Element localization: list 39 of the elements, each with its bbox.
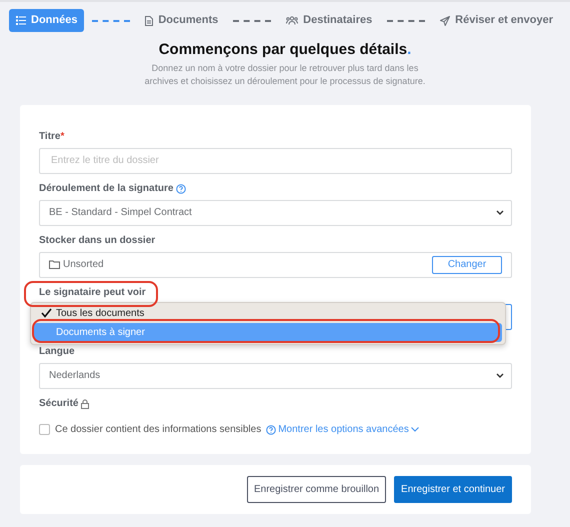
field-label: Langue bbox=[39, 346, 75, 358]
step-tab[interactable]: Documents bbox=[138, 9, 226, 32]
continue-button[interactable]: Enregistrer et continuer bbox=[394, 476, 512, 503]
field-label: Le signataire peut voir bbox=[39, 286, 146, 299]
field-label: Titre bbox=[39, 130, 60, 143]
flow-select[interactable]: BE - Standard - Simpel Contract bbox=[39, 200, 512, 226]
folder-icon bbox=[49, 260, 60, 270]
step-tab[interactable]: Destinataires bbox=[279, 9, 380, 32]
heading: Commençons par quelques détails. bbox=[158, 40, 412, 60]
draft-button[interactable]: Enregistrer comme brouillon bbox=[246, 476, 386, 503]
checkbox-label: Ce dossier contient des informations sensibles bbox=[55, 424, 262, 436]
field-label: Sécurité bbox=[39, 398, 78, 410]
field-label: Stocker dans un dossier bbox=[39, 234, 156, 247]
lock-icon bbox=[81, 398, 90, 409]
chevron-down-icon bbox=[496, 210, 504, 216]
language-select[interactable]: Nederlands bbox=[39, 362, 512, 389]
menu-option[interactable]: Documents à signer bbox=[34, 323, 502, 342]
title-field[interactable]: Entrez le titre du dossier bbox=[39, 148, 512, 174]
step-tab[interactable]: Données bbox=[9, 9, 84, 32]
field-label: Déroulement de la signature bbox=[39, 182, 174, 195]
folder-field[interactable]: Unsorted Changer bbox=[39, 252, 512, 278]
subtitle: Donnez un nom à votre dossier pour le retrouver plus tard dans les archives et choisissez un déroulement pour le processus de signature. bbox=[144, 62, 426, 88]
chevron-down-icon bbox=[410, 427, 419, 432]
step-tab[interactable]: Réviser et envoyer bbox=[433, 9, 560, 32]
document-icon bbox=[145, 16, 154, 26]
change-button[interactable]: Changer bbox=[432, 256, 502, 274]
title-input[interactable]: Entrez le titre du dossier bbox=[49, 154, 502, 168]
folder-value: Unsorted bbox=[63, 258, 104, 271]
help-icon bbox=[266, 424, 276, 435]
checkmark-icon bbox=[41, 308, 52, 318]
checkbox[interactable] bbox=[39, 424, 50, 436]
menu-option[interactable]: Tous les documents bbox=[34, 305, 502, 321]
required-mark: * bbox=[60, 130, 64, 143]
advanced-options-link[interactable]: Montrer les options avancées bbox=[266, 424, 419, 436]
chevron-down-icon bbox=[496, 372, 504, 379]
paper-plane-icon bbox=[440, 16, 450, 26]
list-icon bbox=[16, 16, 26, 25]
help-icon[interactable] bbox=[176, 184, 186, 194]
people-icon bbox=[286, 16, 298, 25]
